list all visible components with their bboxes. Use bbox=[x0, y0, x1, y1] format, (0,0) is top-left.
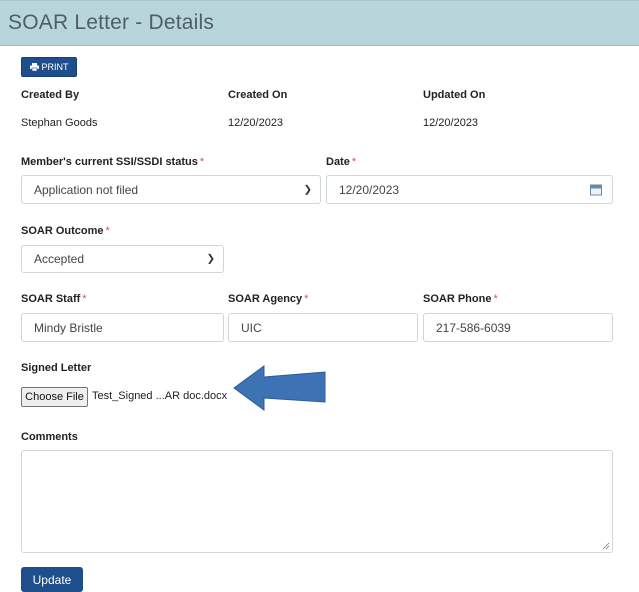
page-title: SOAR Letter - Details bbox=[8, 11, 215, 34]
comments-label: Comments bbox=[21, 431, 78, 443]
required-marker: * bbox=[351, 156, 357, 168]
soar-outcome-value: Accepted bbox=[34, 252, 85, 266]
ssi-status-value: Application not filed bbox=[34, 182, 139, 197]
print-button-label: PRINT bbox=[41, 62, 69, 72]
choose-file-button[interactable]: Choose File bbox=[21, 387, 88, 407]
soar-agency-value: UIC bbox=[241, 320, 262, 335]
arrow-left-icon bbox=[233, 365, 326, 411]
created-by-label: Created By bbox=[21, 89, 80, 101]
date-value: 12/20/2023 bbox=[339, 182, 400, 197]
soar-phone-input[interactable]: 217-586-6039 bbox=[423, 313, 613, 342]
created-on-label: Created On bbox=[228, 89, 288, 101]
soar-agency-label: SOAR Agency * bbox=[228, 293, 309, 305]
soar-phone-label: SOAR Phone * bbox=[423, 293, 498, 305]
soar-staff-input[interactable]: Mindy Bristle bbox=[21, 313, 224, 342]
selected-file-name: Test_Signed ...AR doc.docx bbox=[92, 390, 228, 402]
printer-icon bbox=[29, 63, 39, 71]
calendar-icon[interactable] bbox=[590, 184, 602, 195]
print-button[interactable]: PRINT bbox=[21, 57, 77, 77]
soar-staff-label: SOAR Staff * bbox=[21, 293, 87, 305]
ssi-status-label: Member's current SSI/SSDI status * bbox=[21, 156, 205, 168]
resize-handle-icon[interactable] bbox=[602, 542, 610, 550]
chevron-down-icon: ❯ bbox=[303, 184, 312, 195]
soar-outcome-label: SOAR Outcome * bbox=[21, 225, 110, 237]
ssi-status-select[interactable]: Application not filed ❯ bbox=[21, 175, 321, 204]
created-by-value: Stephan Goods bbox=[21, 117, 98, 129]
soar-outcome-select[interactable]: Accepted ❯ bbox=[21, 245, 224, 273]
comments-textarea[interactable] bbox=[21, 450, 613, 553]
required-marker: * bbox=[82, 293, 87, 305]
chevron-down-icon: ❯ bbox=[206, 253, 215, 265]
created-on-value: 12/20/2023 bbox=[228, 117, 284, 129]
date-label: Date * bbox=[326, 156, 357, 168]
updated-on-label: Updated On bbox=[423, 89, 486, 101]
required-marker: * bbox=[105, 225, 110, 237]
updated-on-value: 12/20/2023 bbox=[423, 117, 479, 129]
required-marker: * bbox=[199, 156, 205, 168]
soar-phone-value: 217-586-6039 bbox=[436, 320, 511, 335]
signed-letter-label: Signed Letter bbox=[21, 362, 92, 374]
update-button[interactable]: Update bbox=[21, 567, 83, 592]
soar-agency-input[interactable]: UIC bbox=[228, 313, 418, 342]
soar-staff-value: Mindy Bristle bbox=[34, 320, 103, 335]
date-input[interactable]: 12/20/2023 bbox=[326, 175, 613, 204]
required-marker: * bbox=[493, 293, 498, 305]
required-marker: * bbox=[304, 293, 309, 305]
page-header: SOAR Letter - Details bbox=[0, 0, 639, 46]
